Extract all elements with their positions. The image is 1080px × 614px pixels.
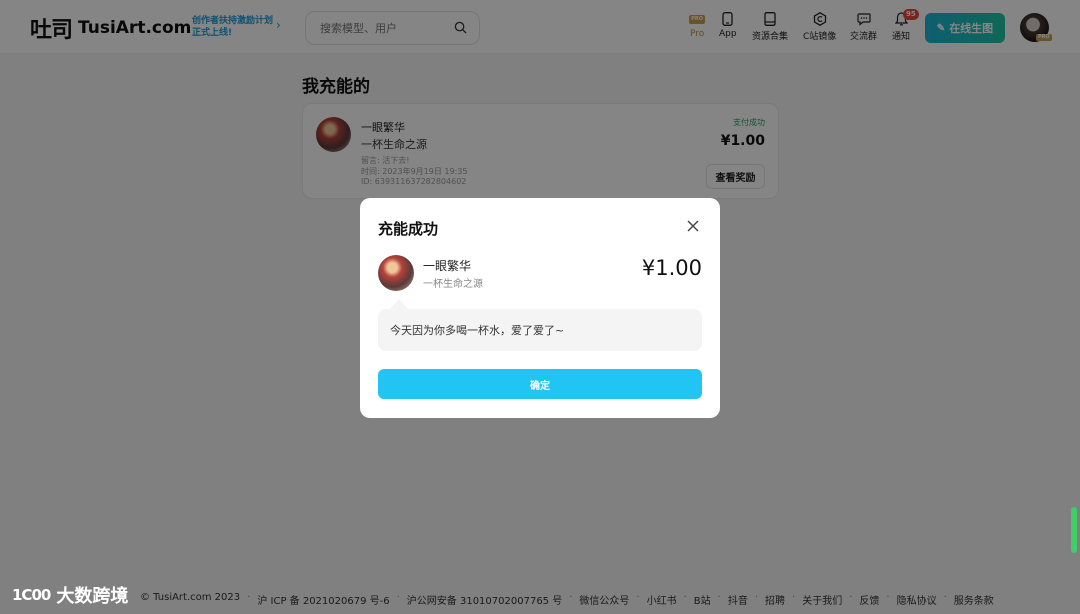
close-icon[interactable] [686,219,700,233]
thank-you-message-bubble: 今天因为你多喝一杯水，爱了爱了~ [378,299,702,351]
dialog-title: 充能成功 [378,220,439,238]
confirm-button[interactable]: 确定 [378,369,702,399]
scrollbar-thumb[interactable] [1071,507,1077,553]
watermark: 1C00 大数跨境 [12,582,128,608]
watermark-logo: 1C00 [12,586,51,604]
thank-you-message: 今天因为你多喝一杯水，爱了爱了~ [390,324,565,337]
watermark-text: 大数跨境 [56,586,129,607]
dialog-amount: ¥1.00 [641,256,702,280]
dialog-creator-name: 一眼繁华 [423,259,472,273]
dialog-creator-avatar [378,255,414,291]
charge-success-dialog: 充能成功 一眼繁华 一杯生命之源 ¥1.00 今天因为你多喝一杯水，爱了爱了~ … [360,198,720,418]
dialog-item-name: 一杯生命之源 [423,279,483,290]
